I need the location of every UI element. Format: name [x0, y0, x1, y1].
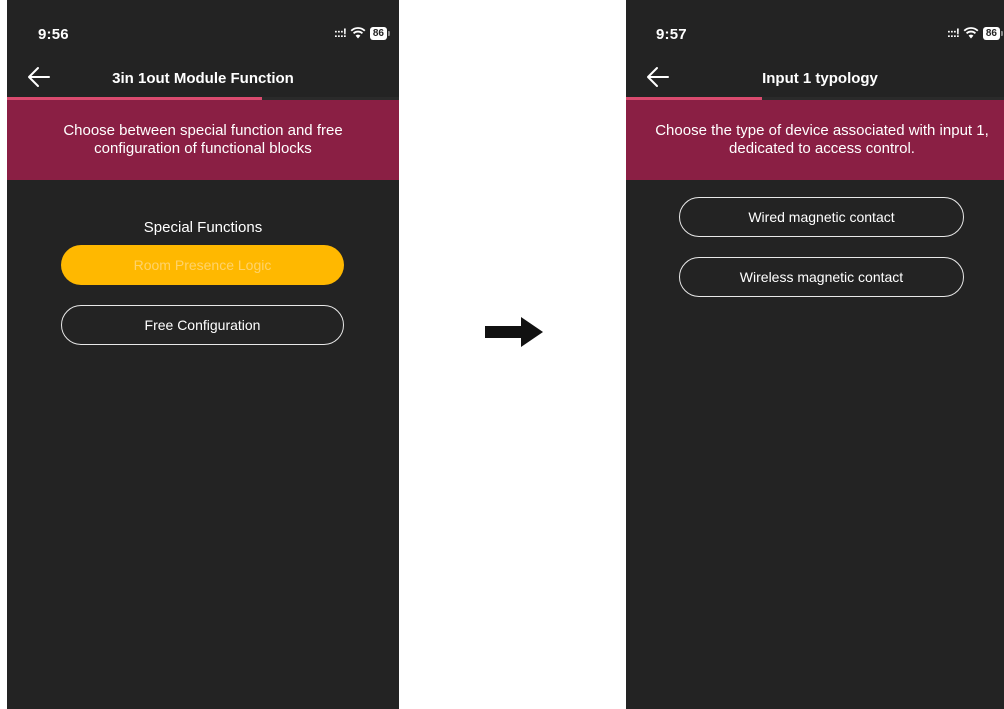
- status-bar: 9:56 :::! 86: [7, 0, 399, 56]
- instruction-banner: Choose the type of device associated wit…: [626, 100, 1004, 180]
- free-configuration-button[interactable]: Free Configuration: [61, 305, 344, 345]
- section-heading: Special Functions: [143, 219, 263, 236]
- right-screen: 9:57 :::! 86 Input 1 typology Choose the…: [626, 0, 1004, 709]
- wireless-magnetic-contact-button[interactable]: Wireless magnetic contact: [679, 257, 964, 297]
- page-title: 3in 1out Module Function: [112, 70, 294, 87]
- signal-icon: :::!: [333, 26, 347, 40]
- wired-magnetic-contact-button[interactable]: Wired magnetic contact: [679, 197, 964, 237]
- status-icons: :::! 86: [333, 26, 391, 40]
- wifi-icon: [963, 27, 979, 39]
- instruction-banner: Choose between special function and free…: [7, 100, 399, 180]
- page-title: Input 1 typology: [762, 70, 878, 87]
- room-presence-logic-button[interactable]: Room Presence Logic: [61, 245, 344, 285]
- right-arrow-icon: [485, 317, 543, 347]
- left-screen: 9:56 :::! 86 3in 1out Module Function Ch…: [7, 0, 399, 709]
- status-time: 9:56: [38, 26, 69, 43]
- status-icons: :::! 86: [946, 26, 1004, 40]
- nav-bar: Input 1 typology: [626, 60, 1004, 96]
- status-bar: 9:57 :::! 86: [626, 0, 1004, 56]
- signal-icon: :::!: [946, 26, 960, 40]
- wifi-icon: [350, 27, 366, 39]
- battery-icon: 86: [369, 26, 391, 40]
- status-time: 9:57: [656, 26, 687, 43]
- battery-icon: 86: [982, 26, 1004, 40]
- nav-bar: 3in 1out Module Function: [7, 60, 399, 96]
